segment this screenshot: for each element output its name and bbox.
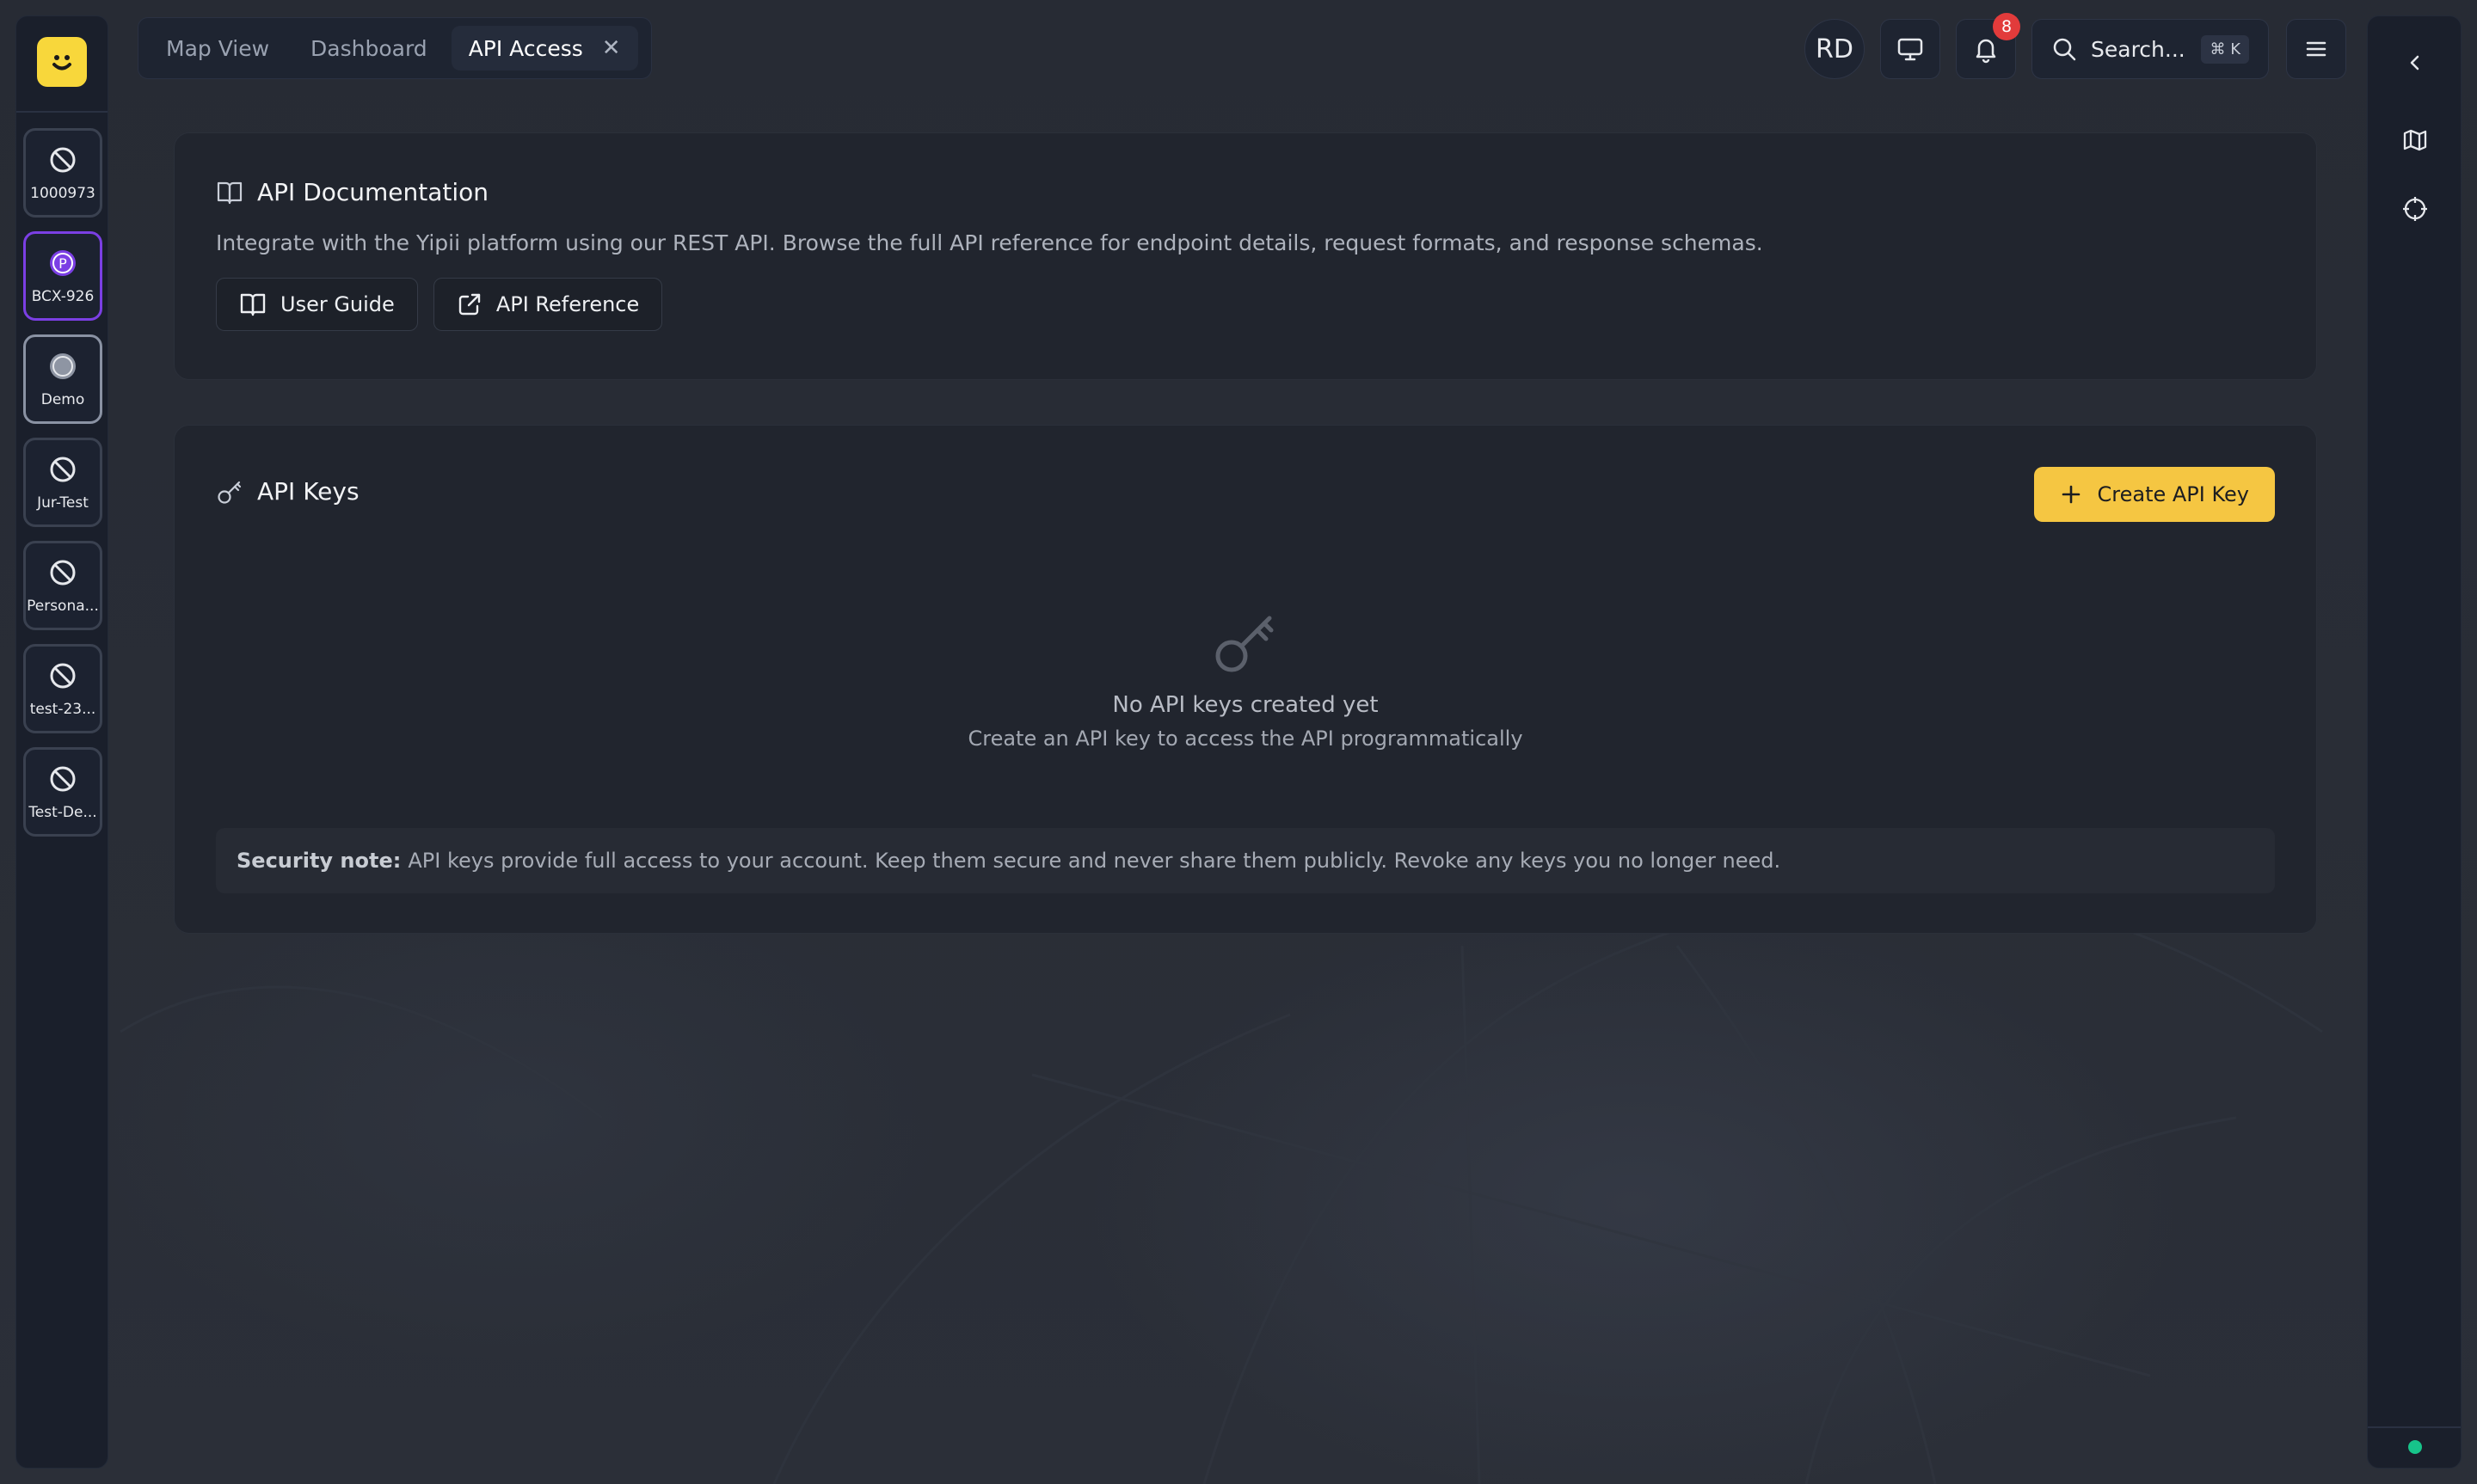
- app-logo[interactable]: [37, 37, 87, 87]
- tab-label: API Access: [468, 35, 583, 61]
- empty-state: No API keys created yet Create an API ke…: [175, 606, 2316, 751]
- workspace-item-jur-test[interactable]: Jur-Test: [23, 438, 102, 527]
- p-badge-icon: P: [46, 247, 79, 279]
- api-reference-button[interactable]: API Reference: [433, 278, 663, 331]
- crosshair-icon: [2403, 197, 2427, 221]
- bell-icon: [1976, 39, 1996, 64]
- tab-label: Map View: [166, 35, 270, 61]
- slashed-circle-icon: [46, 556, 79, 589]
- workspace-item-bcx-926[interactable]: P BCX-926: [23, 231, 102, 321]
- empty-state-title: No API keys created yet: [1112, 692, 1379, 718]
- tab-label: Dashboard: [310, 35, 427, 61]
- close-icon[interactable]: ✕: [602, 35, 621, 61]
- user-guide-button[interactable]: User Guide: [216, 278, 418, 331]
- chevron-left-icon: [2410, 55, 2419, 71]
- search-button[interactable]: Search... ⌘ K: [2031, 19, 2269, 79]
- key-icon: [1215, 616, 1274, 672]
- svg-text:P: P: [58, 255, 67, 272]
- external-link-icon: [458, 293, 481, 316]
- security-note: Security note: API keys provide full acc…: [216, 828, 2275, 893]
- menu-button[interactable]: [2286, 19, 2346, 79]
- workspace-item-test-23[interactable]: test-23...: [23, 644, 102, 733]
- collapse-button[interactable]: [2391, 39, 2439, 87]
- map-layer-button[interactable]: [2391, 116, 2439, 164]
- tab-map-view[interactable]: Map View: [149, 26, 286, 71]
- workspace-item-1000973[interactable]: 1000973: [23, 128, 102, 218]
- slashed-circle-icon: [46, 763, 79, 795]
- button-label: User Guide: [280, 292, 395, 316]
- book-open-icon: [217, 181, 243, 204]
- workspace-item-test-de[interactable]: Test-De...: [23, 747, 102, 837]
- plus-icon: [2062, 485, 2080, 504]
- workspace-label: 1000973: [30, 185, 95, 202]
- locate-button[interactable]: [2391, 185, 2439, 233]
- api-keys-card: API Keys Create API Key No API keys crea…: [174, 425, 2317, 934]
- avatar[interactable]: RD: [1804, 19, 1865, 79]
- button-label: Create API Key: [2097, 482, 2249, 506]
- search-placeholder: Search...: [2091, 36, 2185, 62]
- slashed-circle-icon: [46, 144, 79, 176]
- create-api-key-button[interactable]: Create API Key: [2033, 467, 2275, 522]
- keyboard-shortcut: ⌘ K: [2201, 34, 2249, 64]
- notification-badge: 8: [1993, 13, 2020, 40]
- right-rail: [2367, 15, 2462, 1469]
- notifications-button[interactable]: 8: [1956, 13, 2020, 79]
- workspace-item-persona[interactable]: Persona...: [23, 541, 102, 630]
- sidebar-divider: [16, 111, 108, 113]
- book-open-icon: [240, 293, 266, 316]
- workspace-label: test-23...: [29, 701, 96, 718]
- card-header: API Documentation: [216, 178, 2275, 206]
- monitor-icon: [1897, 38, 1923, 61]
- workspace-sidebar: 1000973 P BCX-926 Demo Jur-Test Persona.…: [15, 15, 108, 1469]
- docs-actions: User Guide API Reference: [216, 278, 2275, 331]
- slashed-circle-icon: [46, 453, 79, 486]
- search-icon: [2053, 38, 2076, 61]
- tab-api-access[interactable]: API Access ✕: [451, 26, 638, 71]
- tab-bar: Map View Dashboard API Access ✕: [138, 17, 652, 79]
- workspace-item-demo[interactable]: Demo: [23, 334, 102, 424]
- workspace-label: Jur-Test: [37, 494, 89, 512]
- smile-icon: [52, 55, 71, 71]
- security-note-text: API keys provide full access to your acc…: [408, 849, 1781, 873]
- api-documentation-card: API Documentation Integrate with the Yip…: [174, 132, 2317, 380]
- connection-status-indicator: [2408, 1440, 2422, 1454]
- card-title: API Documentation: [257, 178, 489, 206]
- rail-divider: [2368, 1426, 2461, 1428]
- card-header: API Keys: [216, 477, 360, 506]
- circle-icon: [46, 350, 79, 383]
- key-icon: [218, 481, 242, 504]
- map-icon: [2403, 129, 2427, 151]
- workspace-label: Demo: [40, 391, 85, 408]
- hamburger-icon: [2306, 41, 2326, 57]
- tab-dashboard[interactable]: Dashboard: [293, 26, 445, 71]
- display-button[interactable]: [1880, 19, 1940, 79]
- docs-description: Integrate with the Yipii platform using …: [216, 230, 1763, 255]
- security-note-label: Security note:: [237, 849, 402, 873]
- card-title: API Keys: [257, 477, 360, 506]
- workspace-label: BCX-926: [31, 288, 95, 305]
- empty-state-subtitle: Create an API key to access the API prog…: [968, 727, 1523, 751]
- workspace-label: Test-De...: [28, 804, 97, 821]
- slashed-circle-icon: [46, 659, 79, 692]
- workspace-label: Persona...: [27, 598, 99, 615]
- button-label: API Reference: [495, 292, 640, 316]
